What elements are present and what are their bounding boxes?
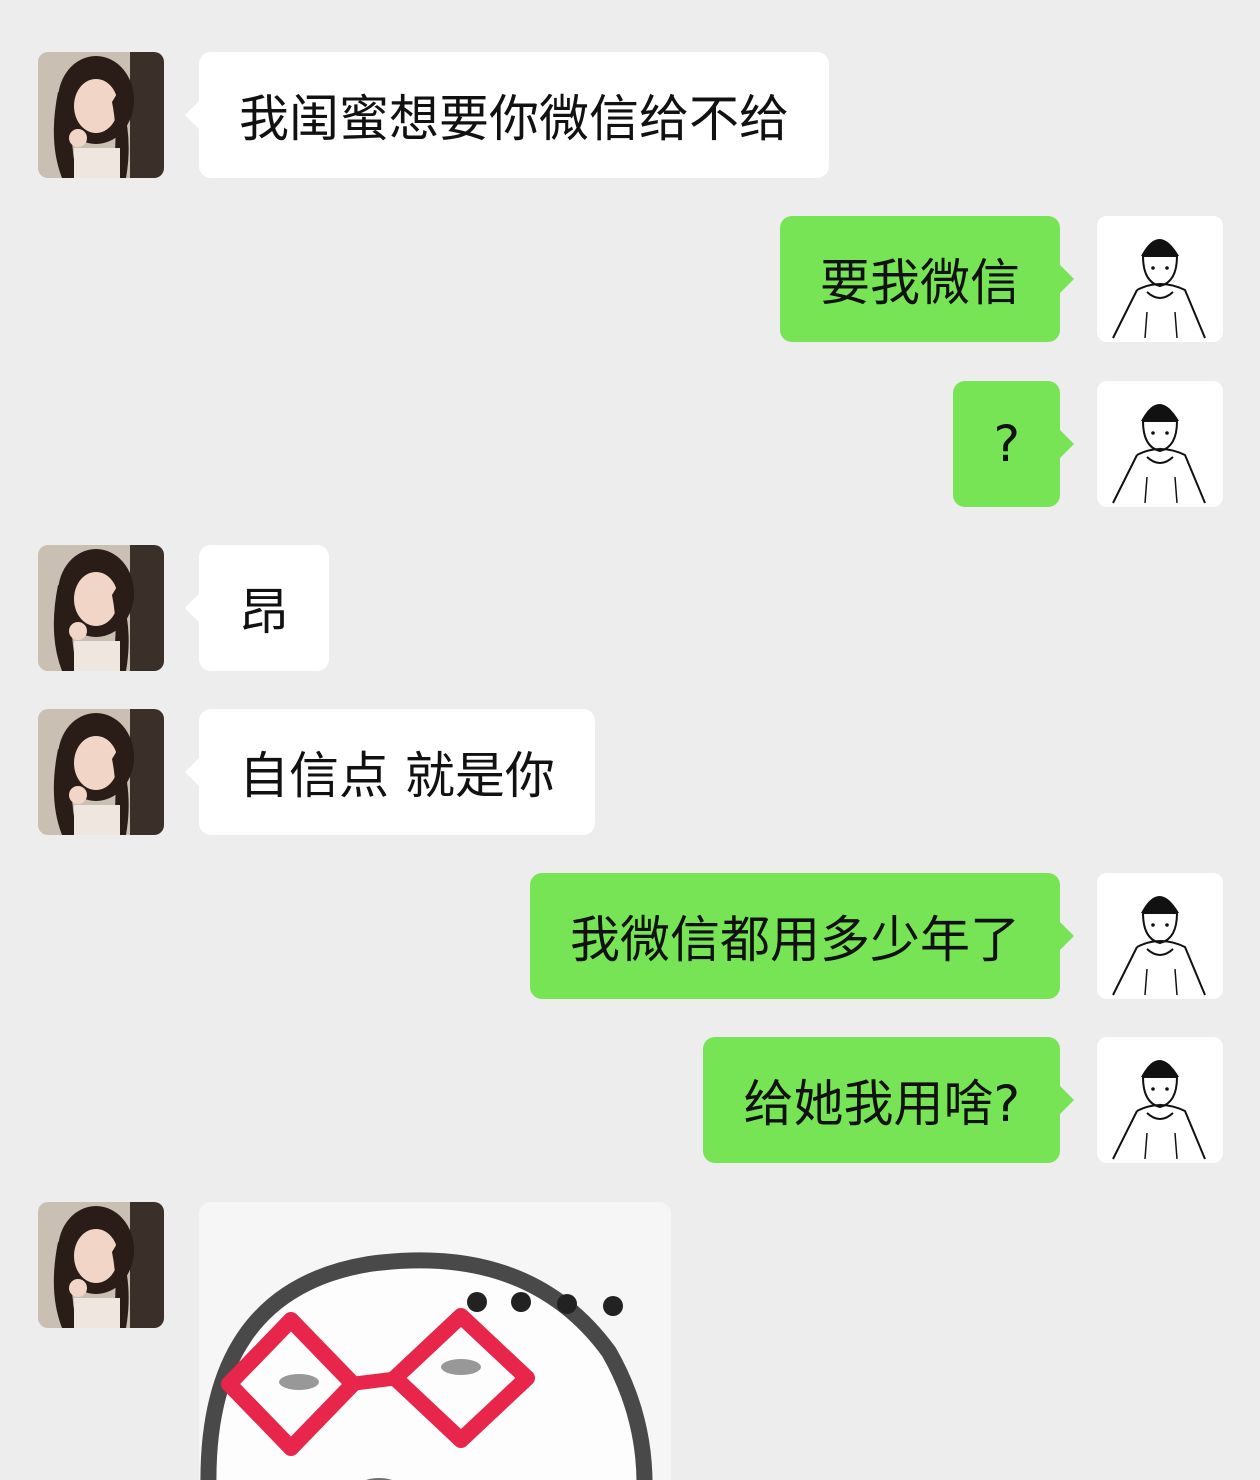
boy-sketch-avatar-icon	[1097, 1037, 1223, 1163]
message-row-incoming: 昂	[0, 545, 1260, 671]
message-row-outgoing: 要我微信	[0, 216, 1260, 342]
contact-avatar[interactable]	[38, 709, 164, 835]
my-avatar[interactable]	[1097, 216, 1223, 342]
outgoing-message-bubble[interactable]: 要我微信	[780, 216, 1074, 342]
message-row-incoming: 我闺蜜想要你微信给不给	[0, 52, 1260, 178]
message-row-incoming	[0, 1202, 1260, 1480]
my-avatar[interactable]	[1097, 381, 1223, 507]
outgoing-message-bubble[interactable]: ?	[953, 381, 1074, 507]
girl-photo-avatar-icon	[38, 52, 164, 178]
outgoing-message-bubble[interactable]: 我微信都用多少年了	[530, 873, 1074, 999]
incoming-message-bubble[interactable]: 自信点 就是你	[185, 709, 595, 835]
glasses-face-sticker-icon	[199, 1202, 671, 1480]
boy-sketch-avatar-icon	[1097, 873, 1223, 999]
incoming-message-bubble[interactable]: 昂	[185, 545, 329, 671]
message-row-outgoing: ?	[0, 381, 1260, 507]
sticker-message[interactable]	[199, 1202, 671, 1480]
chat-area: 我闺蜜想要你微信给不给 要我微信 ? 昂 自信点 就是你 我微信都用多少年了 给…	[0, 0, 1260, 1480]
outgoing-message-bubble[interactable]: 给她我用啥?	[703, 1037, 1074, 1163]
contact-avatar[interactable]	[38, 545, 164, 671]
girl-photo-avatar-icon	[38, 709, 164, 835]
my-avatar[interactable]	[1097, 873, 1223, 999]
my-avatar[interactable]	[1097, 1037, 1223, 1163]
message-row-incoming: 自信点 就是你	[0, 709, 1260, 835]
message-row-outgoing: 我微信都用多少年了	[0, 873, 1260, 999]
girl-photo-avatar-icon	[38, 545, 164, 671]
contact-avatar[interactable]	[38, 52, 164, 178]
boy-sketch-avatar-icon	[1097, 216, 1223, 342]
boy-sketch-avatar-icon	[1097, 381, 1223, 507]
message-row-outgoing: 给她我用啥?	[0, 1037, 1260, 1163]
incoming-message-bubble[interactable]: 我闺蜜想要你微信给不给	[185, 52, 829, 178]
girl-photo-avatar-icon	[38, 1202, 164, 1328]
contact-avatar[interactable]	[38, 1202, 164, 1328]
